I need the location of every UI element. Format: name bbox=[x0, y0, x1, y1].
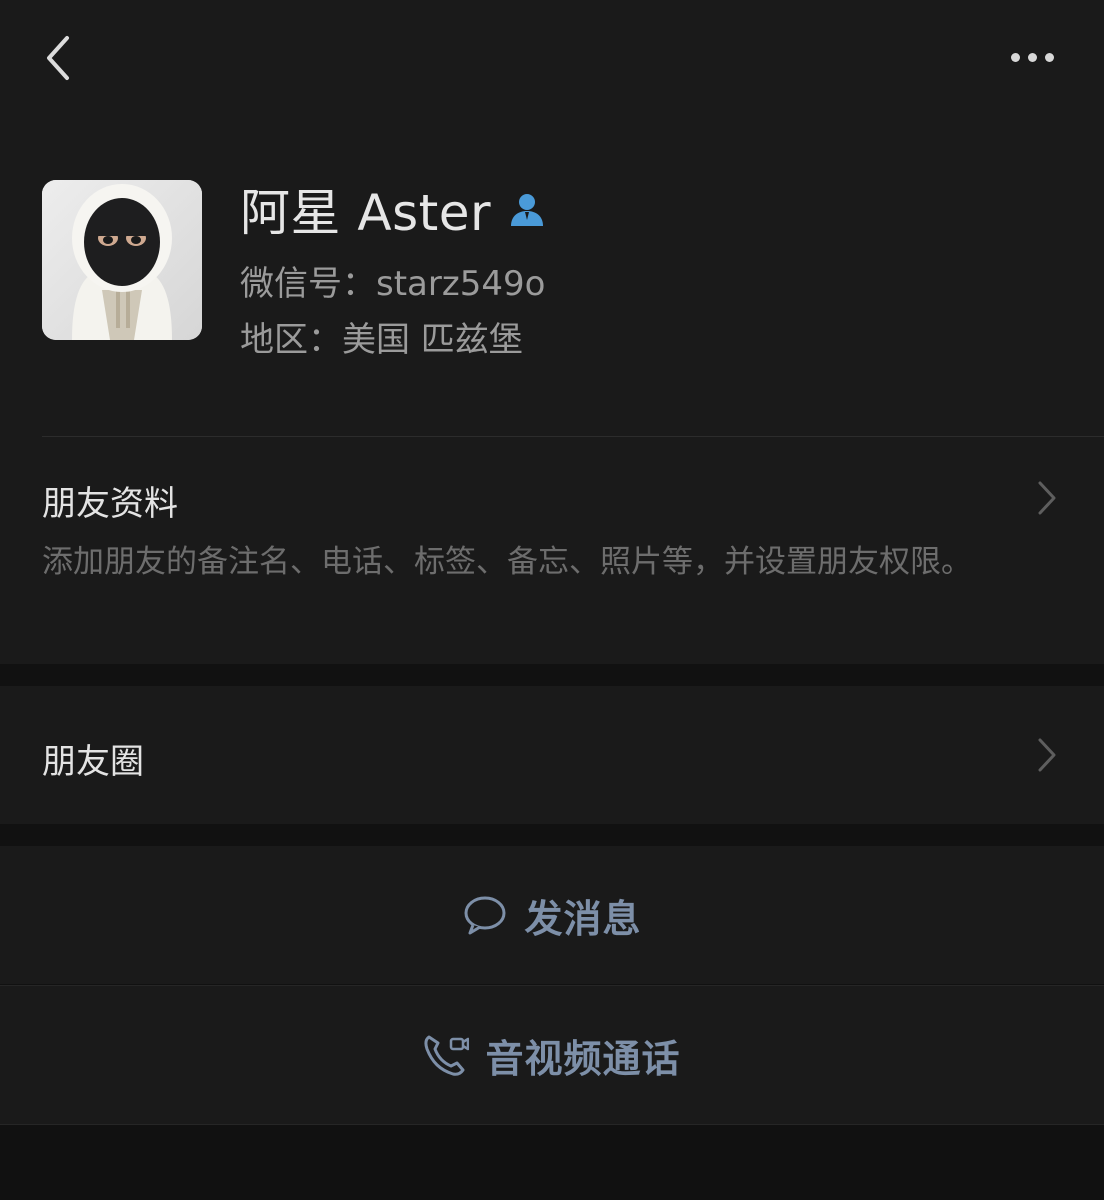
moments-title: 朋友圈 bbox=[42, 742, 144, 782]
contact-name: 阿星 Aster bbox=[240, 184, 492, 242]
more-dot bbox=[1027, 52, 1037, 62]
video-call-label: 音视频通话 bbox=[485, 1036, 681, 1081]
video-call-button[interactable]: 音视频通话 bbox=[0, 986, 1104, 1124]
name-row: 阿星 Aster bbox=[240, 176, 547, 242]
chevron-left-icon bbox=[47, 36, 69, 80]
avatar-image bbox=[42, 180, 202, 340]
avatar[interactable] bbox=[42, 180, 202, 340]
region: 地区：美国 匹兹堡 bbox=[240, 320, 523, 360]
friend-info-title: 朋友资料 bbox=[42, 484, 178, 524]
wechat-id: 微信号：starz549o bbox=[240, 264, 546, 304]
chevron-right-icon bbox=[1032, 735, 1062, 775]
back-button[interactable] bbox=[30, 28, 86, 88]
chat-bubble-icon bbox=[462, 892, 508, 938]
more-dots-icon bbox=[1010, 52, 1020, 62]
send-message-button[interactable]: 发消息 bbox=[0, 846, 1104, 984]
chevron-right-icon bbox=[1032, 478, 1062, 518]
friend-info-description: 添加朋友的备注名、电话、标签、备忘、照片等，并设置朋友权限。 bbox=[42, 544, 972, 580]
divider bbox=[0, 1124, 1104, 1125]
phone-video-icon bbox=[423, 1032, 470, 1078]
more-dot bbox=[1044, 52, 1054, 62]
more-options-button[interactable] bbox=[996, 34, 1068, 80]
moments-row[interactable] bbox=[0, 686, 1104, 824]
contact-profile-screen: 阿星 Aster 微信号：starz549o 地区：美国 匹兹堡 朋友资料 添加… bbox=[0, 0, 1104, 1200]
send-message-label: 发消息 bbox=[524, 896, 642, 941]
contact-person-icon bbox=[507, 189, 547, 229]
